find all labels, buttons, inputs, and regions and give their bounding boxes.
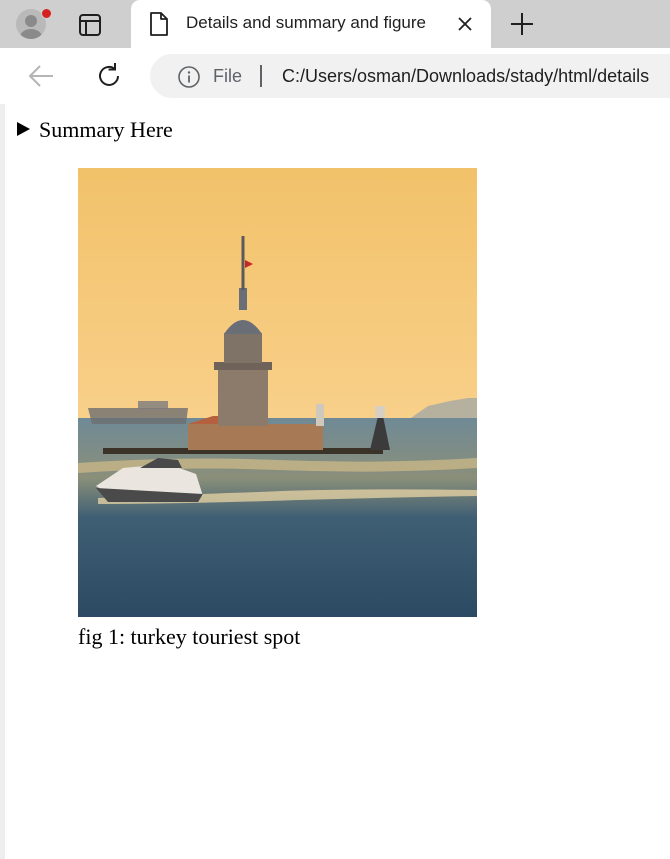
close-tab-icon[interactable]: [457, 16, 473, 32]
address-bar[interactable]: File C:/Users/osman/Downloads/stady/html…: [150, 54, 670, 98]
active-tab[interactable]: Details and summary and figure: [131, 0, 491, 48]
figure-image: [78, 168, 477, 617]
details-summary[interactable]: Summary Here: [17, 117, 173, 143]
toolbar: File C:/Users/osman/Downloads/stady/html…: [0, 48, 670, 105]
tab-actions-button[interactable]: [74, 11, 106, 39]
reload-icon[interactable]: [94, 61, 124, 91]
document-icon: [150, 12, 168, 36]
figure-caption: fig 1: turkey touriest spot: [78, 624, 301, 649]
info-icon[interactable]: [177, 65, 201, 89]
profile-button[interactable]: [14, 7, 52, 43]
summary-label: Summary Here: [39, 117, 173, 142]
tab-actions-icon: [79, 14, 101, 36]
url-text[interactable]: C:/Users/osman/Downloads/stady/html/deta…: [282, 66, 649, 87]
back-arrow-icon[interactable]: [27, 62, 55, 90]
page-content: Summary Here fig 1: turkey touriest spot: [0, 104, 670, 859]
tab-strip: Details and summary and figure: [0, 0, 670, 48]
address-divider: [260, 65, 262, 87]
tab-title: Details and summary and figure: [186, 13, 427, 32]
disclosure-triangle-icon: [17, 122, 30, 136]
new-tab-icon[interactable]: [509, 11, 535, 37]
notification-dot: [41, 8, 52, 19]
url-scheme-label: File: [213, 66, 243, 86]
